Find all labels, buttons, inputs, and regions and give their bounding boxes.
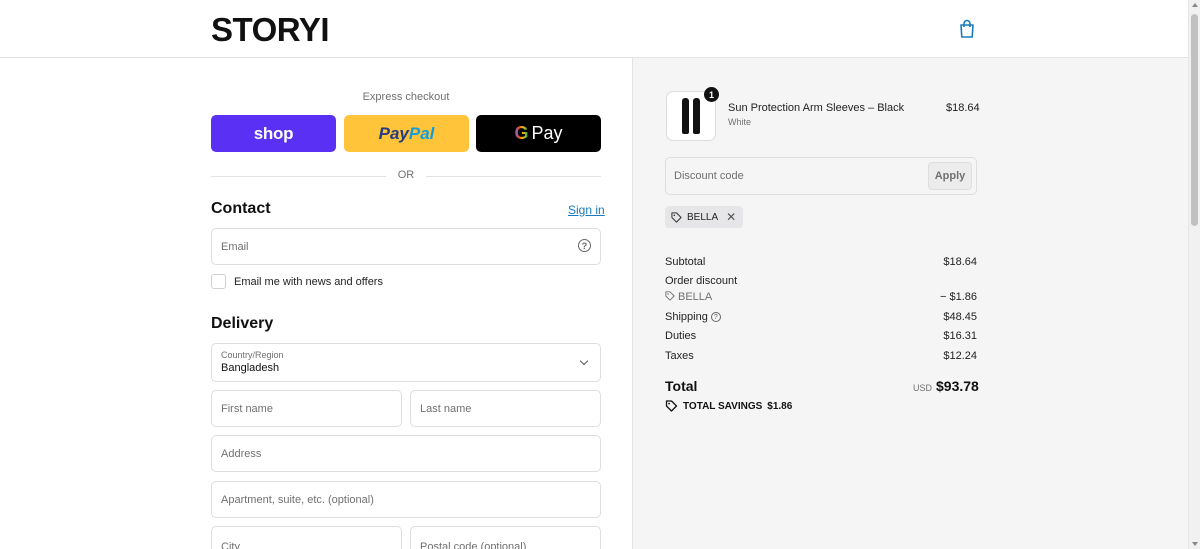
shipping-value: $48.45 [943, 311, 977, 323]
help-icon[interactable]: ? [710, 312, 721, 323]
shipping-row: Shipping? $48.45 [665, 311, 977, 323]
shop-pay-label: shop [253, 123, 294, 143]
address-placeholder: Address [221, 447, 262, 460]
divider-line-right [426, 176, 601, 177]
subtotal-value: $18.64 [943, 256, 977, 268]
scroll-up-arrow-icon[interactable] [1192, 3, 1198, 7]
postal-code-placeholder: Postal code (optional) [420, 541, 527, 549]
tag-icon [671, 211, 682, 223]
total-value: $93.78 [936, 378, 979, 394]
total-label: Total [665, 378, 698, 394]
page-scrollbar[interactable] [1188, 0, 1200, 549]
scroll-thumb[interactable] [1191, 14, 1198, 226]
order-discount-label: Order discount [665, 275, 738, 287]
taxes-value: $12.24 [943, 350, 977, 362]
duties-label: Duties [665, 330, 697, 342]
email-placeholder: Email [221, 240, 249, 253]
apartment-field[interactable]: Apartment, suite, etc. (optional) [211, 481, 601, 518]
discount-code-name: BELLA [678, 291, 713, 303]
product-name: Sun Protection Arm Sleeves – Black [728, 102, 905, 114]
google-pay-button[interactable]: G Pay [476, 115, 601, 152]
discount-value: − $1.86 [939, 291, 977, 303]
applied-code-label: BELLA [687, 211, 719, 223]
newsletter-option[interactable]: Email me with news and offers [211, 274, 383, 289]
country-value: Bangladesh [221, 362, 280, 374]
express-checkout-label: Express checkout [362, 91, 450, 103]
store-logo[interactable]: STORYI [211, 11, 330, 49]
or-divider: OR [211, 169, 601, 183]
product-variant: White [728, 117, 752, 127]
duties-value: $16.31 [943, 330, 977, 342]
taxes-label: Taxes [665, 350, 694, 362]
city-placeholder: City [221, 541, 240, 549]
order-summary-panel: 1 Sun Protection Arm Sleeves – Black Whi… [632, 58, 1188, 549]
discount-code-field[interactable]: Discount code Apply [665, 157, 977, 195]
address-field[interactable]: Address [211, 435, 601, 472]
paypal-button[interactable]: Pay Pal [344, 115, 469, 152]
applied-discount-chip: BELLA ✕ [665, 206, 744, 228]
discount-code-row: BELLA − $1.86 [665, 291, 977, 303]
total-savings: TOTAL SAVINGS $1.86 [665, 400, 792, 412]
site-header: STORYI [0, 0, 1188, 58]
apply-button[interactable]: Apply [928, 162, 972, 190]
paypal-label-part2: Pal [408, 123, 435, 143]
paypal-label-part1: Pay [378, 123, 409, 143]
total-currency: USD [913, 383, 933, 393]
taxes-row: Taxes $12.24 [665, 350, 977, 362]
scroll-down-arrow-icon[interactable] [1192, 542, 1198, 546]
subtotal-label: Subtotal [665, 256, 706, 268]
google-pay-label: Pay [531, 123, 563, 143]
savings-label: TOTAL SAVINGS [683, 400, 763, 412]
tag-icon [665, 400, 678, 412]
shop-pay-button[interactable]: shop [211, 115, 336, 152]
country-label: Country/Region [221, 350, 284, 360]
or-label: OR [397, 169, 415, 181]
google-g-icon: G [514, 123, 529, 143]
newsletter-checkbox[interactable] [211, 274, 226, 289]
first-name-placeholder: First name [221, 402, 273, 415]
duties-row: Duties $16.31 [665, 330, 977, 342]
subtotal-row: Subtotal $18.64 [665, 256, 977, 268]
savings-value: $1.86 [767, 400, 793, 412]
sleeve-image-right [693, 98, 700, 134]
close-icon[interactable]: ✕ [726, 210, 736, 224]
first-name-field[interactable]: First name [211, 390, 402, 427]
contact-heading: Contact [211, 200, 271, 217]
quantity-badge: 1 [704, 87, 719, 102]
email-field[interactable]: Email ? [211, 228, 601, 265]
postal-code-field[interactable]: Postal code (optional) [410, 526, 601, 549]
product-price: $18.64 [946, 102, 980, 114]
apartment-placeholder: Apartment, suite, etc. (optional) [221, 493, 374, 506]
newsletter-label: Email me with news and offers [234, 275, 383, 288]
last-name-field[interactable]: Last name [410, 390, 601, 427]
country-select[interactable]: Country/Region Bangladesh [211, 343, 601, 382]
sign-in-link[interactable]: Sign in [568, 203, 605, 217]
help-icon[interactable]: ? [578, 239, 591, 252]
order-discount-row: Order discount [665, 275, 977, 287]
sleeve-image-left [682, 98, 689, 134]
checkout-form-panel: Express checkout shop Pay Pal G Pay OR Co… [0, 58, 632, 549]
last-name-placeholder: Last name [420, 402, 472, 415]
shipping-label: Shipping [665, 311, 708, 323]
tag-icon [665, 291, 675, 301]
delivery-heading: Delivery [211, 315, 274, 332]
shopping-bag-icon[interactable] [958, 19, 976, 39]
city-field[interactable]: City [211, 526, 402, 549]
discount-placeholder: Discount code [674, 170, 744, 182]
